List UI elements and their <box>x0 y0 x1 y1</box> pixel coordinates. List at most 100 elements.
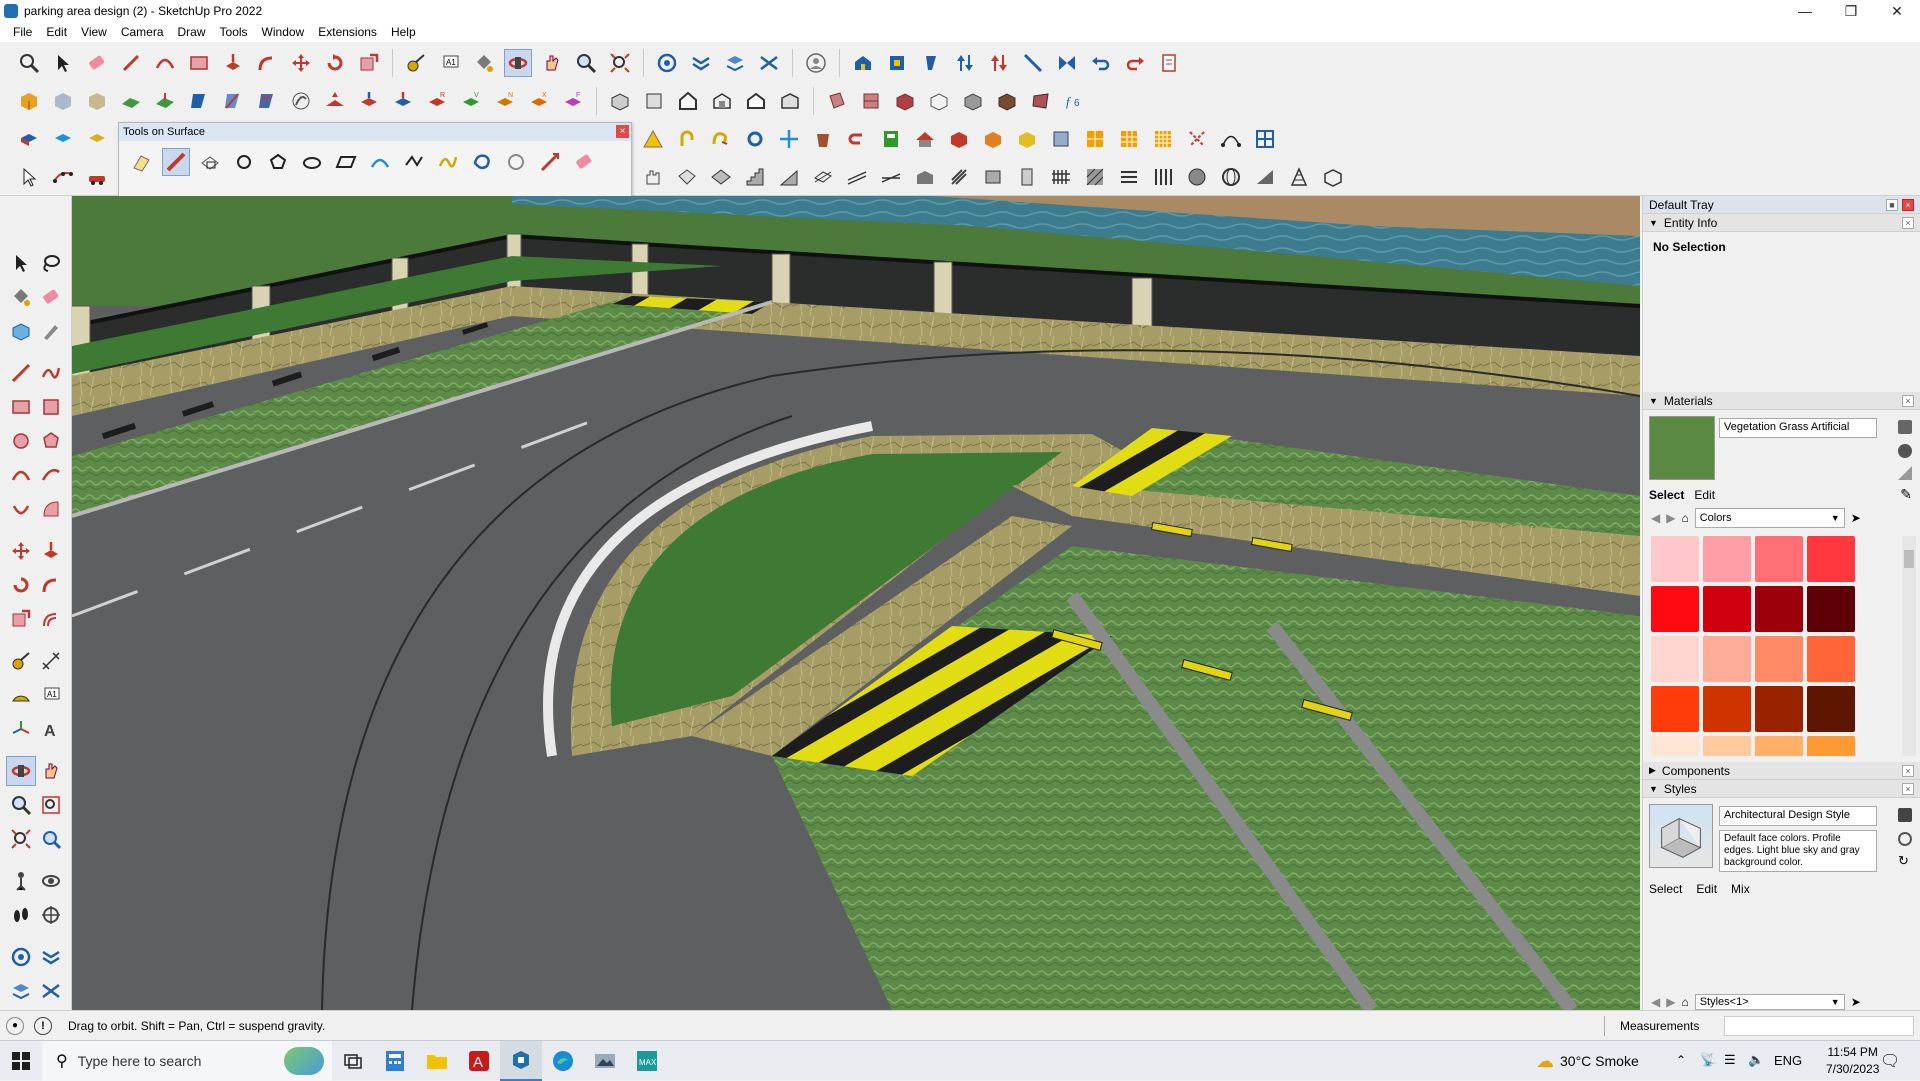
zoom-icon[interactable] <box>15 49 43 77</box>
clock[interactable]: 11:54 PM 7/30/2023 <box>1826 1044 1879 1078</box>
menu-help[interactable]: Help <box>384 25 423 39</box>
menu-extensions[interactable]: Extensions <box>311 25 384 39</box>
arc-icon[interactable] <box>151 49 179 77</box>
restore-button[interactable]: ❐ <box>1828 0 1874 22</box>
cube-red-icon[interactable] <box>945 125 973 153</box>
display-secondary-icon[interactable] <box>1898 420 1912 434</box>
follow-me-icon[interactable] <box>36 570 66 600</box>
section-plane-icon[interactable] <box>653 49 681 77</box>
styles-tab-edit[interactable]: Edit <box>1696 882 1717 896</box>
geolocation-icon[interactable]: ● <box>6 1016 24 1035</box>
monochrome-icon[interactable] <box>1027 87 1055 115</box>
color-swatch[interactable] <box>1651 536 1699 582</box>
stairs-icon[interactable] <box>741 163 769 191</box>
share-component-icon[interactable] <box>883 49 911 77</box>
axes-icon[interactable] <box>6 714 36 744</box>
scale-icon[interactable] <box>355 49 383 77</box>
style-thumbnail[interactable] <box>1649 804 1713 868</box>
undo-icon[interactable] <box>1087 49 1115 77</box>
style-name-field[interactable]: Architectural Design Style <box>1719 806 1877 826</box>
scale-icon[interactable] <box>6 604 36 634</box>
refresh-icon[interactable]: ↻ <box>1898 854 1912 868</box>
color-swatch[interactable] <box>1807 536 1855 582</box>
close-icon[interactable]: × <box>1902 783 1914 795</box>
menu-tools[interactable]: Tools <box>213 25 255 39</box>
cube-outline-icon[interactable] <box>1319 163 1347 191</box>
stairs-3-icon[interactable] <box>843 163 871 191</box>
car-icon[interactable] <box>83 163 111 191</box>
menu-file[interactable]: File <box>6 25 39 39</box>
details-arrow-icon[interactable]: ➤ <box>1851 511 1861 525</box>
taskbar-search-box[interactable]: ⚲ Type here to search <box>42 1040 332 1081</box>
cube-yellow-icon[interactable] <box>1013 125 1041 153</box>
back-arrow-icon[interactable]: ◀ <box>1651 511 1660 525</box>
max-app-icon[interactable]: MAX <box>626 1041 668 1081</box>
default-material-icon[interactable] <box>1898 466 1912 480</box>
dimension-icon[interactable] <box>36 646 66 676</box>
forward-arrow-icon[interactable]: ▶ <box>1666 995 1675 1009</box>
extrude-x-icon[interactable]: X <box>525 87 553 115</box>
solid-union-icon[interactable] <box>83 125 111 153</box>
material-preview-swatch[interactable] <box>1649 416 1715 480</box>
tos-offset-icon[interactable] <box>196 148 224 176</box>
triangle-warning-icon[interactable] <box>639 125 667 153</box>
hidden-line-icon[interactable] <box>925 87 953 115</box>
notifications-icon[interactable]: 🗨 <box>1880 1051 1900 1071</box>
color-swatch[interactable] <box>1755 536 1803 582</box>
color-swatch[interactable] <box>1755 586 1803 632</box>
wifi-icon[interactable]: ☰ <box>1724 1052 1736 1068</box>
select-icon[interactable] <box>6 248 36 278</box>
close-icon[interactable]: × <box>1902 217 1914 229</box>
push-pull-icon[interactable] <box>36 536 66 566</box>
close-icon[interactable]: × <box>1902 765 1914 777</box>
shape-fold-icon[interactable] <box>707 163 735 191</box>
polygon-icon[interactable] <box>36 426 66 456</box>
volume-icon[interactable]: 🔈 <box>1748 1052 1764 1068</box>
color-swatch[interactable] <box>1703 536 1751 582</box>
styles-tab-mix[interactable]: Mix <box>1731 882 1750 896</box>
materials-header[interactable]: ▼ Materials × <box>1643 392 1920 410</box>
tos-ellipse-icon[interactable] <box>298 148 326 176</box>
protractor-icon[interactable] <box>6 680 36 710</box>
task-view-icon[interactable] <box>332 1041 374 1081</box>
tos-contour-icon[interactable] <box>468 148 496 176</box>
sample-paint-icon[interactable]: ✎ <box>1900 486 1912 503</box>
extension-warehouse-icon[interactable] <box>917 49 945 77</box>
color-swatch[interactable] <box>1807 686 1855 732</box>
display-section-planes-icon[interactable] <box>687 49 715 77</box>
extrude-n-icon[interactable]: N <box>491 87 519 115</box>
minimize-button[interactable]: — <box>1782 0 1828 22</box>
grid-dense-icon[interactable] <box>1149 125 1177 153</box>
back-edges-icon[interactable] <box>857 87 885 115</box>
sort-up-down-icon[interactable] <box>951 49 979 77</box>
home-icon[interactable]: ⌂ <box>1681 511 1688 525</box>
tools-on-surface-header[interactable]: Tools on Surface × <box>119 123 631 141</box>
hand-grab-icon[interactable] <box>639 163 667 191</box>
sphere-2-icon[interactable] <box>1217 163 1245 191</box>
home-icon[interactable]: ⌂ <box>1681 995 1688 1009</box>
make-component-icon[interactable] <box>6 316 36 346</box>
entity-info-header[interactable]: ▼ Entity Info × <box>1643 214 1920 232</box>
lasso-select-icon[interactable] <box>36 248 66 278</box>
window-orange-icon[interactable] <box>1115 125 1143 153</box>
section-fill-icon[interactable] <box>755 49 783 77</box>
extrude-blue-icon[interactable] <box>389 87 417 115</box>
color-swatch[interactable] <box>1755 636 1803 682</box>
menu-window[interactable]: Window <box>255 25 312 39</box>
zoom-icon[interactable] <box>6 790 36 820</box>
orbit-icon[interactable] <box>504 49 532 77</box>
close-icon[interactable]: × <box>1902 395 1914 407</box>
close-button[interactable]: ✕ <box>1874 0 1920 22</box>
zoom-extents-icon[interactable] <box>606 49 634 77</box>
stamp-icon[interactable] <box>219 87 247 115</box>
line-icon[interactable] <box>6 358 36 388</box>
ramp-icon[interactable] <box>775 163 803 191</box>
styles-header[interactable]: ▼ Styles × <box>1643 780 1920 798</box>
styles-tab-select[interactable]: Select <box>1649 882 1682 896</box>
3d-text-icon[interactable]: A <box>36 714 66 744</box>
move-icon[interactable] <box>287 49 315 77</box>
section-fill-icon[interactable] <box>6 976 36 1006</box>
follow-me-icon[interactable] <box>253 49 281 77</box>
tos-parallelogram-icon[interactable] <box>332 148 360 176</box>
create-style-icon[interactable] <box>1898 808 1912 822</box>
